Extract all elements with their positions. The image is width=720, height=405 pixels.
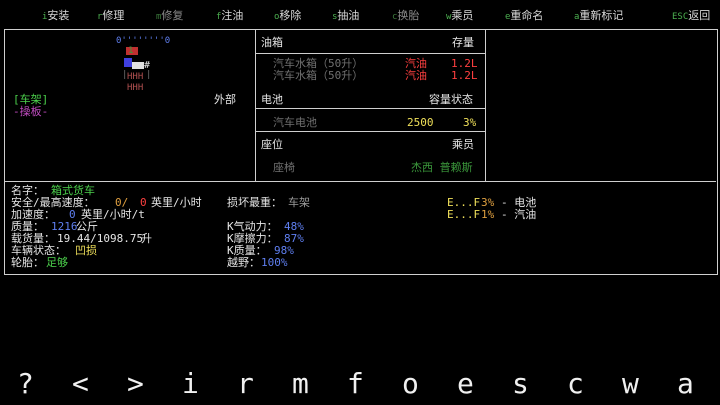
menu-change-tire[interactable]: c换胎 bbox=[392, 9, 419, 24]
offroad-value: 100% bbox=[261, 256, 288, 269]
menu-label: 移除 bbox=[279, 9, 302, 22]
status-value: 凹损 bbox=[75, 244, 97, 257]
menu-rename[interactable]: e重命名 bbox=[505, 9, 543, 24]
menu-label: 修理 bbox=[102, 9, 125, 22]
key-s[interactable]: s bbox=[512, 368, 529, 400]
key-help[interactable]: ? bbox=[17, 368, 34, 400]
menu-label: 重新标记 bbox=[579, 9, 624, 22]
menu-label: 乘员 bbox=[451, 9, 474, 22]
speed-unit: 英里/小时 bbox=[151, 196, 202, 209]
key-o[interactable]: o bbox=[402, 368, 419, 400]
fuel-gauge-name: - 汽油 bbox=[501, 208, 537, 221]
menu-key: ESC bbox=[672, 12, 689, 22]
sub-part[interactable]: -操板- bbox=[13, 106, 48, 118]
damage-value: 车架 bbox=[288, 196, 310, 209]
map-wall-2: HHH bbox=[127, 83, 144, 93]
divider-right bbox=[485, 29, 486, 181]
wheels-label: 轮胎： bbox=[11, 256, 44, 269]
divider-horizontal bbox=[4, 181, 716, 182]
menu-label: 注油 bbox=[221, 9, 244, 22]
seats-header-right: 乘员 bbox=[452, 138, 474, 151]
wheels-value: 足够 bbox=[46, 256, 68, 269]
map-side-right: | bbox=[146, 70, 152, 80]
menu-label: 返回 bbox=[688, 9, 711, 22]
tanks-header: 油箱 bbox=[261, 36, 283, 49]
tanks-header-right: 存量 bbox=[452, 36, 474, 49]
seats-header: 座位 bbox=[261, 138, 283, 151]
tank-rule bbox=[256, 53, 485, 54]
offroad-label: 越野： bbox=[227, 256, 260, 269]
battery-status: 3% bbox=[463, 116, 477, 129]
key-w[interactable]: w bbox=[622, 368, 639, 400]
fuel-gauge-value: 1% bbox=[481, 208, 495, 221]
tank-name: 汽车水箱（50升） bbox=[273, 69, 364, 82]
battery-rule-2 bbox=[256, 131, 485, 132]
cargo-unit: 升 bbox=[141, 232, 152, 245]
touch-key-row: ? < > i r m f o e s c w a bbox=[0, 368, 720, 400]
command-menu-bar: i安装 r修理 m修复 f注油 o移除 s抽油 c换胎 w乘员 e重命名 a重新… bbox=[0, 9, 720, 23]
menu-label: 重命名 bbox=[510, 9, 544, 22]
key-c[interactable]: c bbox=[567, 368, 584, 400]
part-location: 外部 bbox=[214, 93, 236, 106]
menu-install[interactable]: i安装 bbox=[42, 9, 69, 24]
key-f[interactable]: f bbox=[347, 368, 364, 400]
map-frame-block bbox=[132, 62, 144, 69]
map-top-marker: 0''''''''0 bbox=[116, 36, 171, 46]
menu-label: 抽油 bbox=[337, 9, 360, 22]
battery-rule bbox=[256, 108, 485, 109]
divider-left bbox=[255, 29, 256, 181]
battery-name: 汽车电池 bbox=[273, 116, 317, 129]
seat-name: 座椅 bbox=[273, 161, 295, 174]
menu-refill[interactable]: f注油 bbox=[216, 9, 243, 24]
key-prev[interactable]: < bbox=[72, 368, 89, 400]
key-a[interactable]: a bbox=[677, 368, 694, 400]
menu-repair[interactable]: r修理 bbox=[97, 9, 124, 24]
key-i[interactable]: i bbox=[182, 368, 199, 400]
key-e[interactable]: e bbox=[457, 368, 474, 400]
menu-mend[interactable]: m修复 bbox=[156, 9, 183, 24]
menu-label: 修复 bbox=[161, 9, 184, 22]
menu-escape[interactable]: ESC返回 bbox=[672, 9, 710, 24]
key-m[interactable]: m bbox=[292, 368, 309, 400]
key-r[interactable]: r bbox=[237, 368, 254, 400]
battery-capacity: 2500 bbox=[407, 116, 434, 129]
menu-crew[interactable]: w乘员 bbox=[446, 9, 473, 24]
tank-amount: 1.2L bbox=[451, 69, 478, 82]
seat-occupant: 杰西 普赖斯 bbox=[411, 161, 473, 174]
fuel-gauge-label: E...F bbox=[447, 208, 481, 221]
menu-siphon[interactable]: s抽油 bbox=[332, 9, 359, 24]
battery-header-right: 容量状态 bbox=[429, 93, 473, 106]
cargo-value: 19.44/1098.75 bbox=[57, 232, 144, 245]
key-next[interactable]: > bbox=[127, 368, 144, 400]
tank-fuel: 汽油 bbox=[405, 69, 427, 82]
menu-remove[interactable]: o移除 bbox=[274, 9, 301, 24]
battery-header: 电池 bbox=[261, 93, 283, 106]
map-row-marker: 1 bbox=[128, 46, 134, 56]
map-seat-block bbox=[124, 58, 132, 67]
menu-label: 安装 bbox=[47, 9, 70, 22]
damage-label: 损坏最重： bbox=[227, 196, 282, 209]
menu-label: 换胎 bbox=[397, 9, 420, 22]
menu-relabel[interactable]: a重新标记 bbox=[574, 9, 623, 24]
